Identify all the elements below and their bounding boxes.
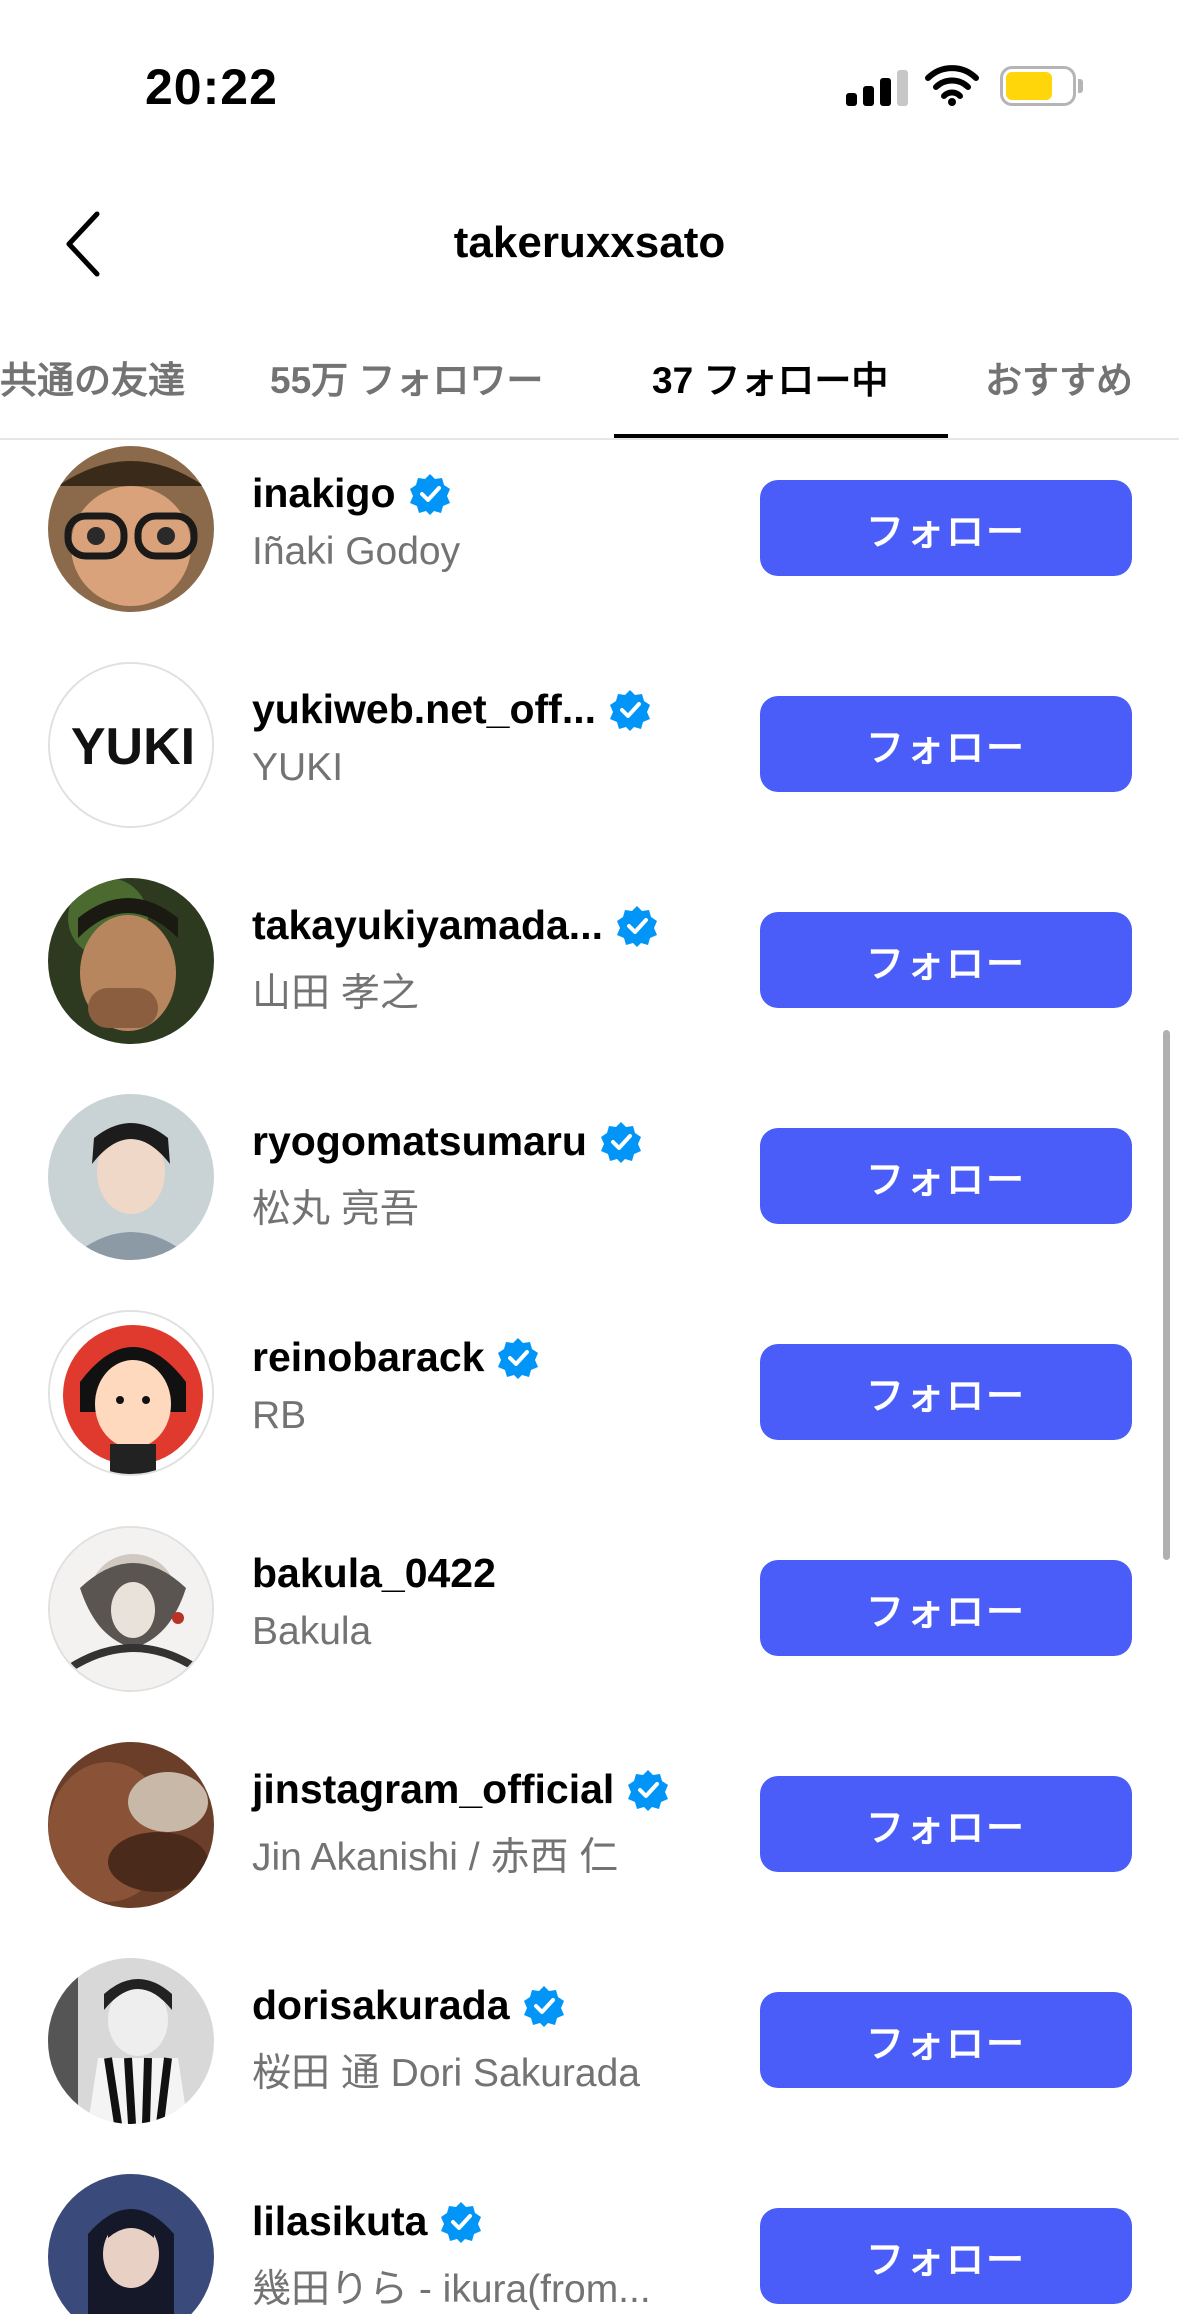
list-item[interactable]: reinobarack RB フォロー <box>0 1304 1179 1520</box>
wifi-icon <box>925 64 979 106</box>
battery-icon <box>1000 66 1083 106</box>
username[interactable]: yukiweb.net_off... <box>252 686 652 733</box>
display-name: 山田 孝之 <box>252 972 419 1015</box>
username[interactable]: inakigo <box>252 470 452 517</box>
verified-badge-icon <box>628 1769 669 1811</box>
display-name: Bakula <box>252 1610 372 1653</box>
display-name: YUKI <box>252 746 344 789</box>
list-item[interactable]: jinstagram_official Jin Akanishi / 赤西 仁 … <box>0 1736 1179 1952</box>
cellular-signal-icon <box>846 70 908 106</box>
follow-button[interactable]: フォロー <box>760 696 1132 792</box>
list-item[interactable]: ryogomatsumaru 松丸 亮吾 フォロー <box>0 1088 1179 1304</box>
status-time: 20:22 <box>145 59 278 115</box>
username[interactable]: takayukiyamada... <box>252 902 659 949</box>
list-item[interactable]: bakula_0422 Bakula フォロー <box>0 1520 1179 1736</box>
follow-button[interactable]: フォロー <box>760 1344 1132 1440</box>
display-name: RB <box>252 1394 307 1437</box>
verified-badge-icon <box>600 1121 641 1163</box>
follow-button[interactable]: フォロー <box>760 912 1132 1008</box>
username[interactable]: jinstagram_official <box>252 1766 670 1813</box>
list-item[interactable]: YUKI yukiweb.net_off... YUKI フォロー <box>0 656 1179 872</box>
avatar[interactable] <box>48 446 214 612</box>
scrollbar[interactable] <box>1163 1030 1170 1560</box>
follow-button[interactable]: フォロー <box>760 1992 1132 2088</box>
verified-badge-icon <box>523 1985 564 2027</box>
tab-following[interactable]: 37 フォロー中 <box>652 350 888 404</box>
username[interactable]: reinobarack <box>252 1334 540 1381</box>
follow-button[interactable]: フォロー <box>760 1128 1132 1224</box>
avatar[interactable] <box>48 1742 214 1908</box>
follow-button[interactable]: フォロー <box>760 2208 1132 2304</box>
username[interactable]: bakula_0422 <box>252 1550 496 1597</box>
display-name: 松丸 亮吾 <box>252 1188 419 1231</box>
follow-button[interactable]: フォロー <box>760 1776 1132 1872</box>
page-title: takeruxxsato <box>453 218 726 267</box>
status-bar: 20:22 <box>0 0 1179 170</box>
verified-badge-icon <box>409 473 450 515</box>
verified-badge-icon <box>441 2201 482 2243</box>
username[interactable]: lilasikuta <box>252 2198 483 2245</box>
tab-suggested[interactable]: おすすめ <box>985 350 1133 404</box>
username[interactable]: ryogomatsumaru <box>252 1118 643 1165</box>
avatar[interactable] <box>48 1526 214 1692</box>
follow-button[interactable]: フォロー <box>760 480 1132 576</box>
avatar[interactable] <box>48 2174 214 2314</box>
display-name: 桜田 通 Dori Sakurada <box>252 2052 640 2095</box>
list-item[interactable]: inakigo Iñaki Godoy フォロー <box>0 440 1179 656</box>
tab-mutual-friends[interactable]: 共通の友達 <box>0 350 185 404</box>
following-list: inakigo Iñaki Godoy フォロー YUKI yukiweb.ne… <box>0 440 1179 2314</box>
display-name: Jin Akanishi / 赤西 仁 <box>252 1836 619 1879</box>
avatar[interactable] <box>48 1958 214 2124</box>
svg-text:YUKI: YUKI <box>71 718 195 776</box>
avatar[interactable]: YUKI <box>48 662 214 828</box>
verified-badge-icon <box>616 905 657 947</box>
tab-bar: 共通の友達 55万 フォロワー 37 フォロー中 おすすめ <box>0 330 1179 440</box>
header: takeruxxsato <box>0 170 1179 320</box>
list-item[interactable]: takayukiyamada... 山田 孝之 フォロー <box>0 872 1179 1088</box>
avatar[interactable] <box>48 1310 214 1476</box>
active-tab-indicator <box>614 434 948 438</box>
verified-badge-icon <box>610 689 650 731</box>
follow-button[interactable]: フォロー <box>760 1560 1132 1656</box>
display-name: Iñaki Godoy <box>252 530 461 573</box>
avatar[interactable] <box>48 878 214 1044</box>
username[interactable]: dorisakurada <box>252 1982 566 2029</box>
avatar[interactable] <box>48 1094 214 1260</box>
display-name: 幾田りら - ikura(from... <box>252 2268 651 2311</box>
list-item[interactable]: dorisakurada 桜田 通 Dori Sakurada フォロー <box>0 1952 1179 2168</box>
verified-badge-icon <box>498 1337 539 1379</box>
list-item[interactable]: lilasikuta 幾田りら - ikura(from... フォロー <box>0 2168 1179 2314</box>
tab-followers[interactable]: 55万 フォロワー <box>270 350 543 404</box>
